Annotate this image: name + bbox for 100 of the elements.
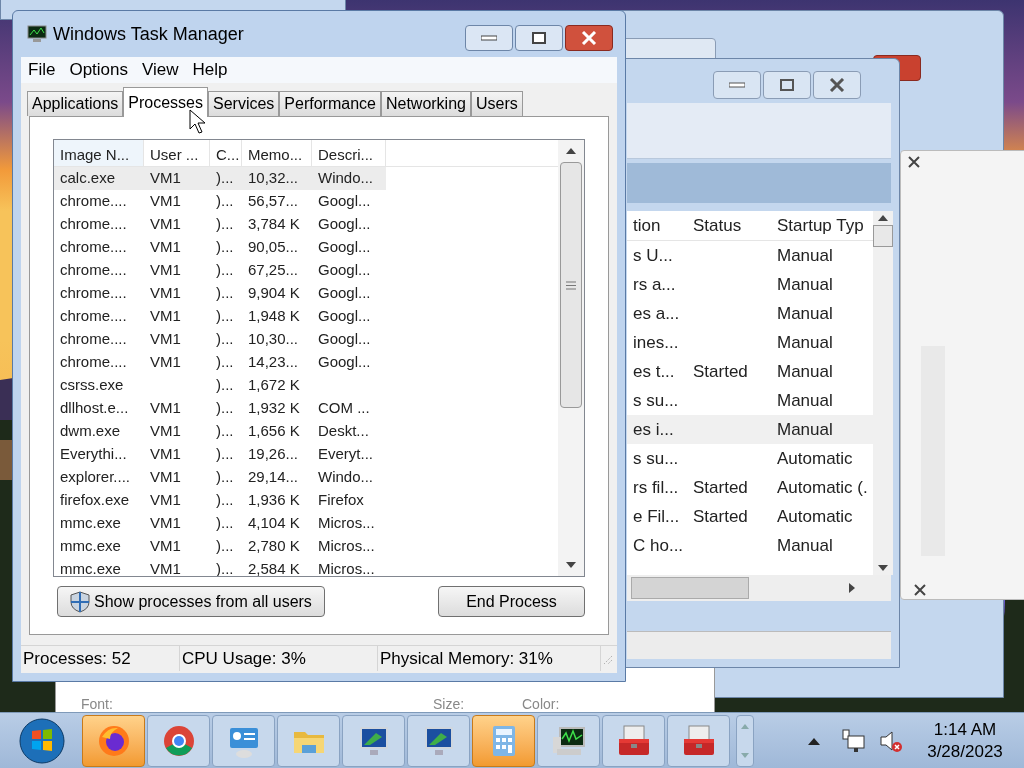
table-cell-text: 2,584 K <box>247 559 301 576</box>
close-icon <box>581 31 597 45</box>
scroll-right-icon[interactable] <box>849 583 855 593</box>
table-cell-text: Manual <box>776 331 834 354</box>
table-cell-text: 90,05... <box>247 237 300 258</box>
table-cell-text: )... <box>215 260 235 281</box>
column-header[interactable]: tion <box>627 212 687 239</box>
horizontal-scrollbar[interactable] <box>627 575 891 601</box>
scroll-up-icon <box>741 723 749 729</box>
table-cell-text: Micros... <box>317 536 376 557</box>
table-cell-text: chrome.... <box>59 283 128 304</box>
menu-item[interactable]: View <box>142 57 179 83</box>
table-cell-text: 29,14... <box>247 467 300 488</box>
column-header[interactable]: Image N... <box>54 140 144 166</box>
table-cell-text: Micros... <box>317 559 376 576</box>
taskbar-button[interactable] <box>602 714 665 767</box>
table-cell-text: 10,32... <box>247 168 300 189</box>
table-cell-text: Automatic <box>776 447 854 470</box>
table-row[interactable]: calc.exe VM1 )... 10,32... Windo... <box>54 167 386 190</box>
scroll-down-icon[interactable] <box>566 562 576 568</box>
close-button[interactable] <box>813 71 861 99</box>
table-cell-text: VM1 <box>149 214 182 235</box>
table-cell-text: Googl... <box>317 283 372 304</box>
scroll-thumb[interactable] <box>560 162 582 408</box>
tab[interactable]: Networking <box>380 91 471 116</box>
monitor-graph-icon <box>27 25 47 43</box>
table-cell-text: )... <box>215 214 235 235</box>
table-cell-text: VM1 <box>149 168 182 189</box>
scroll-down-icon <box>741 752 749 758</box>
table-cell-text: Started <box>692 476 749 499</box>
scroll-up-icon[interactable] <box>878 215 888 221</box>
taskbar-button[interactable] <box>82 714 145 767</box>
tab[interactable]: Performance <box>279 91 381 116</box>
menu-item[interactable]: Options <box>69 57 128 83</box>
taskbar-button[interactable] <box>537 714 600 767</box>
show-hidden-icons-icon[interactable] <box>808 736 820 745</box>
taskbar-button[interactable] <box>407 714 470 767</box>
table-cell-text: Googl... <box>317 352 372 373</box>
grip-icon <box>566 280 576 290</box>
table-cell-text: 3,784 K <box>247 214 301 235</box>
table-cell-text: VM1 <box>149 306 182 327</box>
table-cell-text: VM1 <box>149 260 182 281</box>
minimize-button[interactable] <box>713 71 761 99</box>
end-process-button[interactable]: End Process <box>438 586 585 617</box>
column-header[interactable]: Startup Typ <box>771 212 873 239</box>
table-cell-text: Manual <box>776 360 834 383</box>
scrollbar[interactable] <box>873 211 893 575</box>
table-cell-text: VM1 <box>149 513 182 534</box>
tab[interactable]: Processes <box>123 87 208 117</box>
window-title: Windows Task Manager <box>53 22 244 46</box>
column-header[interactable]: Memo... <box>242 140 312 166</box>
close-icon[interactable] <box>907 155 921 169</box>
scroll-up-icon[interactable] <box>566 148 576 154</box>
scroll-thumb[interactable] <box>873 225 893 247</box>
menu-item[interactable]: File <box>28 57 56 83</box>
table-cell-text: COM ... <box>317 398 371 419</box>
scroll-thumb[interactable] <box>631 577 749 599</box>
table-cell-text: Googl... <box>317 237 372 258</box>
table-row[interactable]: es i... Manual <box>627 415 873 444</box>
table-cell-text: )... <box>215 329 235 350</box>
minimize-button[interactable] <box>465 25 513 51</box>
table-cell-text: mmc.exe <box>59 513 122 534</box>
table-cell-text: chrome.... <box>59 260 128 281</box>
column-header[interactable]: Status <box>687 212 771 239</box>
table-cell-text: VM1 <box>149 444 182 465</box>
table-cell-text: VM1 <box>149 490 182 511</box>
column-header[interactable]: C... <box>210 140 242 166</box>
taskbar-button[interactable] <box>667 714 730 767</box>
maximize-button[interactable] <box>515 25 563 51</box>
table-cell-text: )... <box>215 306 235 327</box>
table-cell-text: )... <box>215 398 235 419</box>
close-button[interactable] <box>565 25 613 51</box>
table-cell-text: rs fil... <box>632 476 680 499</box>
tab[interactable]: Services <box>208 91 280 116</box>
clock[interactable]: 1:14 AM 3/28/2023 <box>920 719 1010 762</box>
table-cell-text: )... <box>215 237 235 258</box>
network-icon[interactable] <box>840 727 866 754</box>
column-header[interactable]: Descri... <box>312 140 386 166</box>
scroll-down-icon[interactable] <box>878 565 888 571</box>
maximize-button[interactable] <box>763 71 811 99</box>
minimize-icon <box>729 82 745 88</box>
table-cell-text: chrome.... <box>59 352 128 373</box>
menu-item[interactable]: Help <box>192 57 228 83</box>
close-icon <box>829 78 845 92</box>
tab[interactable]: Users <box>470 91 523 116</box>
taskbar-button[interactable] <box>342 714 405 767</box>
show-all-users-button[interactable]: Show processes from all users <box>57 586 325 617</box>
table-cell-text: explorer.... <box>59 467 132 488</box>
close-icon[interactable] <box>913 583 927 597</box>
table-cell-text: ines... <box>632 331 680 354</box>
table-cell-text: Manual <box>776 389 834 412</box>
table-cell-text: Googl... <box>317 214 372 235</box>
table-cell-text: Started <box>692 505 749 528</box>
table-cell-text: VM1 <box>149 329 182 350</box>
table-cell-text: Manual <box>776 302 834 325</box>
column-header[interactable]: User ... <box>144 140 210 166</box>
table-cell-text: 1,656 K <box>247 421 301 442</box>
tab[interactable]: Applications <box>27 91 124 116</box>
start-orb-icon <box>18 716 66 765</box>
scrollbar[interactable] <box>558 140 584 576</box>
